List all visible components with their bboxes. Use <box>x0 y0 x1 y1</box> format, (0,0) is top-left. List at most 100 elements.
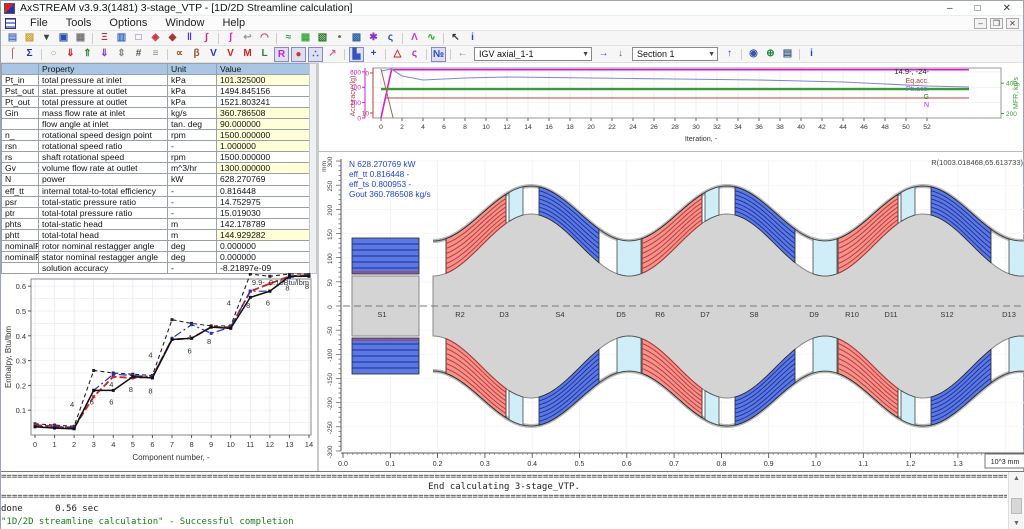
menu-item-tools[interactable]: Tools <box>60 17 104 29</box>
move-icon[interactable]: + <box>366 47 381 62</box>
beta-angle-icon[interactable]: β <box>189 47 204 62</box>
param-value-cell[interactable]: 0.000000 <box>217 251 310 262</box>
mdi-restore-button[interactable]: ❐ <box>990 18 1003 29</box>
loop-icon[interactable]: ∿ <box>424 32 439 45</box>
param-value-cell[interactable]: 0.816448 <box>217 185 310 196</box>
property-table-scrollbar[interactable] <box>309 63 317 274</box>
histogram-icon[interactable]: ▙ <box>349 47 364 62</box>
blade-cascade-icon[interactable]: ≈ <box>281 32 296 45</box>
param-value-cell[interactable]: 628.270769 <box>217 174 310 185</box>
render-3d-icon[interactable]: ◉ <box>746 47 761 62</box>
velocity-rel-icon[interactable]: V <box>223 47 238 62</box>
streamlines-icon[interactable]: ς <box>383 32 398 45</box>
points-plot-icon[interactable]: ● <box>291 47 306 62</box>
mdi-minimize-button[interactable]: – <box>974 18 987 29</box>
save-icon[interactable]: ▣ <box>56 32 71 45</box>
summary-report-icon[interactable]: Ξ <box>97 32 112 45</box>
wrench-icon[interactable]: ⌠ <box>5 47 20 62</box>
map-icon[interactable]: ▩ <box>349 32 364 45</box>
scroll-down-icon[interactable]: ▼ <box>1011 518 1022 529</box>
next-row-icon[interactable]: → <box>596 47 611 62</box>
sum-icon[interactable]: Σ <box>22 47 37 62</box>
report-icon[interactable]: ▤ <box>780 47 795 62</box>
point-small-icon[interactable]: ○ <box>46 47 61 62</box>
close-button[interactable]: ✕ <box>1003 3 1011 14</box>
param-value-cell[interactable]: 0.000000 <box>217 240 310 251</box>
param-value-cell[interactable]: 1300.000000 <box>217 163 310 174</box>
info-icon[interactable]: i <box>465 32 480 45</box>
menu-item-help[interactable]: Help <box>216 17 257 29</box>
param-value-cell[interactable]: 1494.845156 <box>217 86 310 97</box>
document-icon[interactable] <box>5 18 16 29</box>
enthalpy-chart[interactable]: 0.10.20.30.40.50.601234567891011121314Co… <box>1 273 317 471</box>
zeta-icon[interactable]: ς <box>407 47 422 62</box>
triangle-icon[interactable]: △ <box>390 47 405 62</box>
minimize-button[interactable]: – <box>947 3 953 14</box>
transfer-down-icon[interactable]: ⇓ <box>97 47 112 62</box>
database-icon[interactable]: ◆ <box>165 32 180 45</box>
columns-icon[interactable]: ‖ <box>182 32 197 45</box>
param-value-cell[interactable]: 1.000000 <box>217 141 310 152</box>
param-value-cell[interactable]: 1500.000000 <box>217 152 310 163</box>
menu-item-window[interactable]: Window <box>159 17 216 29</box>
param-name-cell: flow angle at inlet <box>39 119 168 130</box>
mach-number-icon[interactable]: M <box>240 47 255 62</box>
section-down-icon[interactable]: ↓ <box>613 47 628 62</box>
spline-icon[interactable]: ∫ <box>199 32 214 45</box>
export-up-icon[interactable]: ⇑ <box>80 47 95 62</box>
param-value-cell[interactable]: 1521.803241 <box>217 97 310 108</box>
new-icon[interactable]: ▤ <box>5 32 20 45</box>
open-dropdown-icon[interactable]: ▾ <box>39 32 54 45</box>
mdi-close-button[interactable]: ✕ <box>1006 18 1019 29</box>
layers-icon[interactable]: ≡ <box>148 47 163 62</box>
param-value-cell[interactable]: 14.752975 <box>217 196 310 207</box>
param-value-cell[interactable]: 144.929282 <box>217 229 310 240</box>
menu-bar: FileToolsOptionsWindowHelp –❐✕ <box>1 16 1023 31</box>
log-scrollbar[interactable]: ▲ ▼ <box>1008 472 1023 529</box>
blade-row-select[interactable]: IGV axial_1-1▼ <box>474 47 592 61</box>
globe-icon[interactable]: ⊕ <box>763 47 778 62</box>
maximize-button[interactable]: □ <box>975 3 981 14</box>
arc-icon[interactable]: ◠ <box>257 32 272 45</box>
profile-icon[interactable]: Λ <box>407 32 422 45</box>
machine-icon[interactable]: ◈ <box>148 32 163 45</box>
point-icon[interactable]: • <box>332 32 347 45</box>
loss-icon[interactable]: L <box>257 47 272 62</box>
prev-row-icon[interactable]: ← <box>455 47 470 62</box>
import-down-icon[interactable]: ⇓ <box>63 47 78 62</box>
param-value-cell[interactable]: 90.000000 <box>217 119 310 130</box>
alpha-angle-icon[interactable]: ∝ <box>172 47 187 62</box>
param-value-cell[interactable]: -8.21897e-09 <box>217 262 310 273</box>
grid-icon[interactable]: # <box>131 47 146 62</box>
print-icon[interactable]: ▦ <box>73 32 88 45</box>
preliminary-design-icon[interactable]: ▥ <box>114 32 129 45</box>
swap-icon[interactable]: ⇕ <box>114 47 129 62</box>
section-select[interactable]: Section 1▼ <box>632 47 718 61</box>
undo-icon[interactable]: ↩ <box>240 32 255 45</box>
section-up-icon[interactable]: ↑ <box>722 47 737 62</box>
scroll-up-icon[interactable]: ▲ <box>1011 473 1022 484</box>
trend-icon[interactable]: ↗ <box>325 47 340 62</box>
data-table-icon[interactable]: ▦ <box>298 32 313 45</box>
param-value-cell[interactable]: 142.178789 <box>217 218 310 229</box>
reaction-icon[interactable]: R <box>274 47 289 62</box>
scatter-plot-icon[interactable]: ∴ <box>308 47 323 62</box>
flowpath-view[interactable]: S1R2D3S4D5R6D7S8D9R10D11S12D133002502001… <box>319 151 1024 471</box>
context-help-icon[interactable]: ↖ <box>448 32 463 45</box>
convergence-chart[interactable]: 0200400600Power, kW010Accuracy (lg), -20… <box>319 63 1024 151</box>
open-icon[interactable]: ▨ <box>22 32 37 45</box>
param-value-cell[interactable]: 15.019030 <box>217 207 310 218</box>
param-value-cell[interactable]: 101.325000 <box>217 75 310 86</box>
curve-icon[interactable]: ʃ <box>223 32 238 45</box>
velocity-abs-icon[interactable]: V <box>206 47 221 62</box>
about-icon[interactable]: i <box>804 47 819 62</box>
param-value-cell[interactable]: 360.786508 <box>217 108 310 119</box>
menu-item-file[interactable]: File <box>24 17 60 29</box>
project-window-icon[interactable]: □ <box>131 32 146 45</box>
plot-icon[interactable]: ▧ <box>315 32 330 45</box>
param-value-cell[interactable]: 1500.000000 <box>217 130 310 141</box>
nb-diagram-icon[interactable]: № <box>431 47 446 62</box>
scroll-thumb[interactable] <box>1011 498 1022 514</box>
optimization-icon[interactable]: ✱ <box>366 32 381 45</box>
menu-item-options[interactable]: Options <box>103 17 159 29</box>
